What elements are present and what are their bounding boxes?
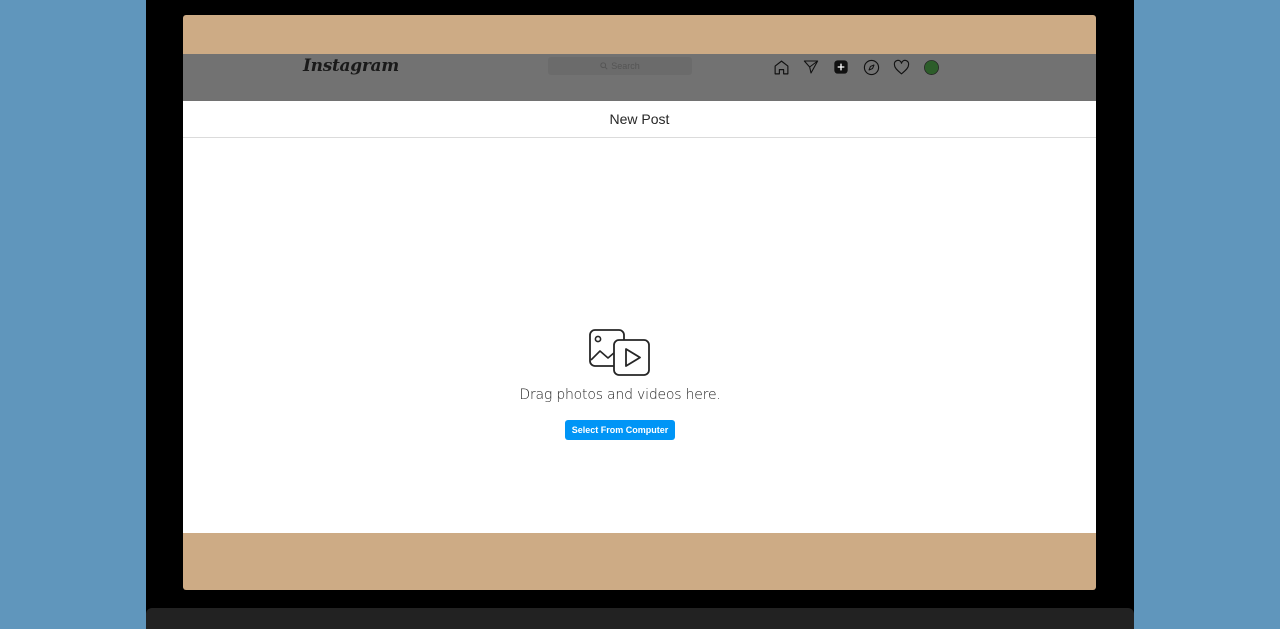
- search-placeholder: Search: [611, 61, 640, 71]
- modal-title: New Post: [609, 111, 670, 127]
- top-nav-icons: [771, 57, 941, 77]
- browser-viewport: Instagram Search New Post Drag photos an…: [183, 15, 1096, 590]
- drag-instruction: Drag photos and videos here.: [519, 387, 721, 403]
- instagram-logo[interactable]: Instagram: [303, 56, 399, 76]
- explore-icon[interactable]: [861, 57, 881, 77]
- search-input[interactable]: Search: [548, 57, 692, 75]
- laptop-base: [146, 608, 1134, 629]
- select-from-computer-button[interactable]: Select From Computer: [565, 420, 675, 440]
- home-icon[interactable]: [771, 57, 791, 77]
- direct-message-icon[interactable]: [801, 57, 821, 77]
- new-post-modal: New Post Drag photos and videos here. Se…: [183, 101, 1096, 533]
- new-post-icon[interactable]: [831, 57, 851, 77]
- photo-video-icon: [589, 329, 650, 376]
- activity-heart-icon[interactable]: [891, 57, 911, 77]
- upload-drop-zone[interactable]: Drag photos and videos here. Select From…: [183, 138, 1096, 533]
- profile-avatar[interactable]: [921, 57, 941, 77]
- search-icon: [600, 62, 608, 70]
- modal-header: New Post: [183, 101, 1096, 138]
